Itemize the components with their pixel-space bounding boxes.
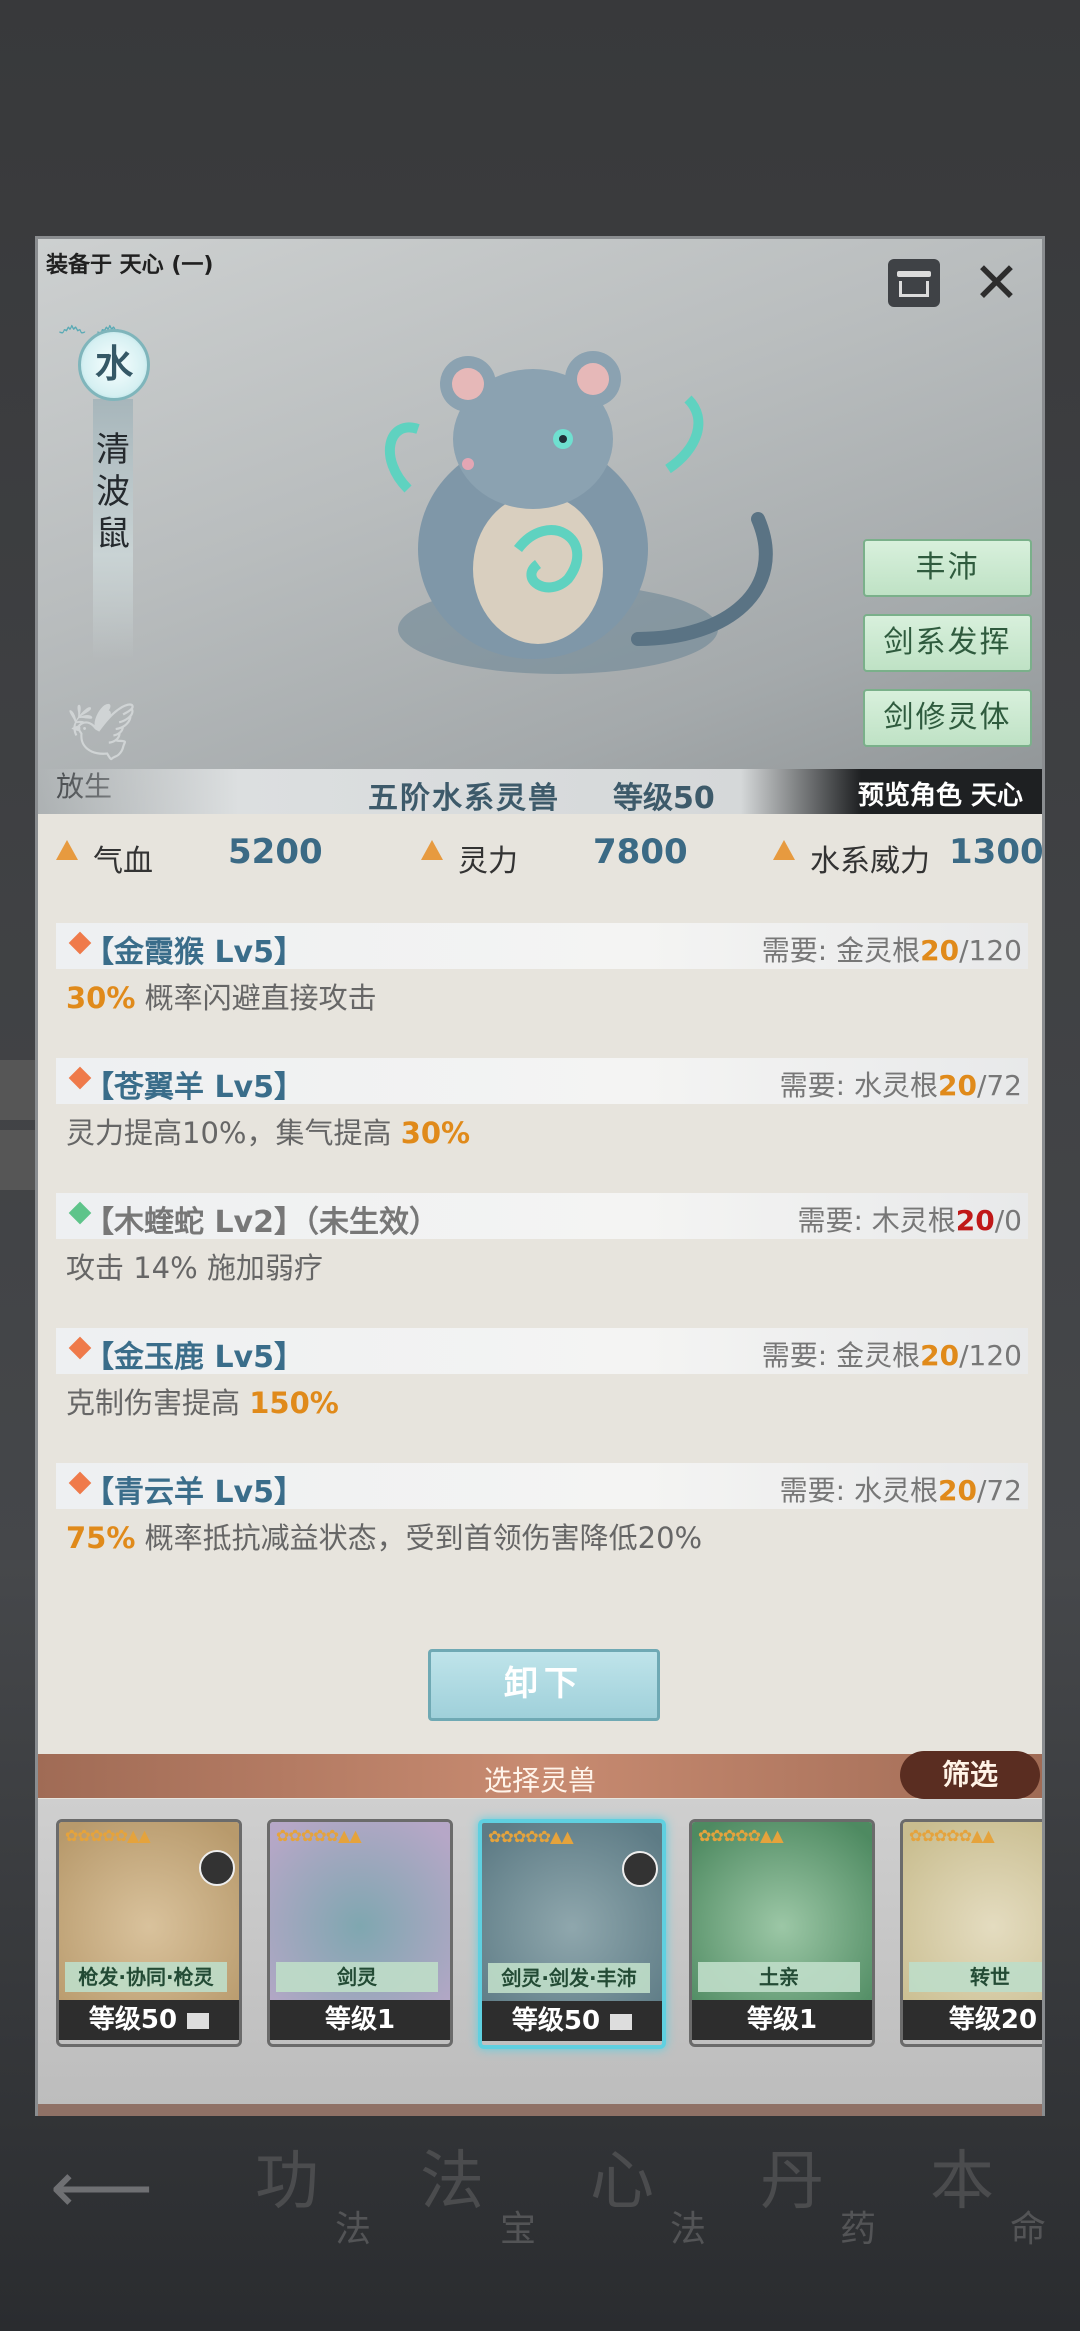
beast-card-tag: 枪发·协同·枪灵 (65, 1962, 227, 1992)
skill-entry: 【青云羊 Lv5】 需要: 水灵根20/72 75% 概率抵抗减益状态，受到首领伤害… (56, 1463, 1028, 1583)
background-decor (0, 1060, 36, 1120)
beast-card-tag: 剑灵 (276, 1962, 438, 1992)
box-icon (610, 2013, 633, 2030)
star-rating-icon: ✿✿✿✿✿▲▲ (488, 1827, 574, 1846)
skill-entry: 【金玉鹿 Lv5】 需要: 金灵根20/120 克制伤害提高 150% (56, 1328, 1028, 1448)
beast-card-list: ✿✿✿✿✿▲▲ 枪发·协同·枪灵等级50 ✿✿✿✿✿▲▲ 剑灵等级1 ✿✿✿✿✿▲▲ 剑灵… (38, 1799, 1042, 2104)
trait-button-jianxifahui[interactable]: 剑系发挥 (863, 614, 1032, 672)
skill-header: 【木蝰蛇 Lv2】（未生效） 需要: 木灵根20/0 (56, 1193, 1028, 1240)
stats-row: 气血 5200 灵力 7800 水系威力 1300 (38, 824, 1044, 884)
element-badge: 水 (78, 329, 150, 401)
storage-box-button[interactable] (888, 259, 940, 307)
beast-card-tag: 土亲 (698, 1962, 860, 1992)
box-icon (187, 2012, 210, 2029)
skill-requirement: 需要: 金灵根20/120 (761, 1339, 1022, 1372)
trait-button-jianxiulingti[interactable]: 剑修灵体 (863, 689, 1032, 747)
beast-card[interactable]: ✿✿✿✿✿▲▲ 枪发·协同·枪灵等级50 (56, 1819, 242, 2047)
star-rating-icon: ✿✿✿✿✿▲▲ (65, 1826, 151, 1845)
stat-qixue: 5200 (228, 832, 323, 872)
nav-tab-fabao[interactable]: 法 宝 (420, 2130, 570, 2260)
stat-up-icon (421, 840, 443, 860)
beast-card-tag: 剑灵·剑发·丰沛 (488, 1963, 650, 1993)
nav-tab-danyao[interactable]: 丹 药 (760, 2130, 910, 2260)
panel-bottom-edge (38, 2104, 1042, 2116)
stat-up-icon (56, 840, 78, 860)
background-decor (0, 1130, 36, 1190)
skill-entry: 【木蝰蛇 Lv2】（未生效） 需要: 木灵根20/0 攻击 14% 施加弱疗 (56, 1193, 1028, 1313)
stat-lingli: 7800 (593, 832, 688, 872)
beast-card[interactable]: ✿✿✿✿✿▲▲ 剑灵等级1 (267, 1819, 453, 2047)
beast-grade: 五阶水系灵兽 (368, 781, 560, 814)
beast-detail-panel: 装备于 天心 (一) ✕ ෴ ෴ 水 清 波 鼠 🕊 放生 (35, 236, 1045, 2116)
close-button[interactable]: ✕ (973, 251, 1020, 316)
nav-tab-benming[interactable]: 本 命 (930, 2130, 1080, 2260)
stat-up-icon (773, 840, 795, 860)
skill-name: 【木蝰蛇 Lv2】（未生效） (84, 1205, 439, 1240)
beast-name: 清 波 鼠 (96, 430, 130, 554)
skill-description: 75% 概率抵抗减益状态，受到首领伤害降低20% (66, 1521, 703, 1555)
skill-description: 攻击 14% 施加弱疗 (66, 1251, 323, 1285)
avatar (199, 1850, 235, 1886)
skill-requirement: 需要: 金灵根20/120 (761, 934, 1022, 967)
stat-shuixi: 1300 (949, 832, 1044, 872)
beast-card-level: 等级20 (903, 2000, 1042, 2040)
filter-button[interactable]: 筛选 (900, 1751, 1040, 1799)
skill-name: 【金玉鹿 Lv5】 (84, 1340, 304, 1375)
select-beast-bar: 选择灵兽 (38, 1754, 1042, 1798)
skill-name: 【苍翼羊 Lv5】 (84, 1070, 304, 1105)
beast-card[interactable]: ✿✿✿✿✿▲▲ 土亲等级1 (689, 1819, 875, 2047)
nav-tab-gongfa[interactable]: 功 法 (255, 2130, 405, 2260)
skill-header: 【苍翼羊 Lv5】 需要: 水灵根20/72 (56, 1058, 1028, 1105)
beast-card-level: 等级1 (270, 2000, 450, 2040)
nav-tab-xinfa[interactable]: 心 法 (590, 2130, 740, 2260)
beast-card-tag: 转世 (909, 1962, 1042, 1992)
skill-requirement: 需要: 木灵根20/0 (797, 1204, 1022, 1237)
skill-entry: 【金霞猴 Lv5】 需要: 金灵根20/120 30% 概率闪避直接攻击 (56, 923, 1028, 1043)
beast-card-level: 等级50 (59, 2000, 239, 2040)
skill-name: 【金霞猴 Lv5】 (84, 935, 304, 970)
skill-requirement: 需要: 水灵根20/72 (779, 1069, 1022, 1102)
star-rating-icon: ✿✿✿✿✿▲▲ (276, 1826, 362, 1845)
beast-info-bar: 五阶水系灵兽 等级50 预览角色 天心 (38, 769, 1042, 814)
skill-name: 【青云羊 Lv5】 (84, 1475, 304, 1510)
beast-card[interactable]: ✿✿✿✿✿▲▲ 剑灵·剑发·丰沛等级50 (478, 1819, 666, 2049)
skill-entry: 【苍翼羊 Lv5】 需要: 水灵根20/72 灵力提高10%，集气提高 30% (56, 1058, 1028, 1178)
preview-character[interactable]: 预览角色 天心 (858, 775, 1023, 812)
skill-header: 【青云羊 Lv5】 需要: 水灵根20/72 (56, 1463, 1028, 1510)
trait-button-fengpei[interactable]: 丰沛 (863, 539, 1032, 597)
beast-card-level: 等级50 (482, 2001, 662, 2041)
skill-header: 【金霞猴 Lv5】 需要: 金灵根20/120 (56, 923, 1028, 970)
skill-description: 克制伤害提高 150% (66, 1386, 339, 1420)
beast-hero: 装备于 天心 (一) ✕ ෴ ෴ 水 清 波 鼠 🕊 放生 (38, 239, 1042, 814)
skill-description: 灵力提高10%，集气提高 30% (66, 1116, 471, 1150)
skill-requirement: 需要: 水灵根20/72 (779, 1474, 1022, 1507)
beast-card-level: 等级1 (692, 2000, 872, 2040)
dove-icon: 🕊 (66, 700, 138, 765)
back-arrow-icon[interactable]: ⟵ (50, 2145, 153, 2229)
beast-portrait (385, 351, 773, 674)
beast-level: 等级50 (613, 781, 715, 814)
beast-card[interactable]: ✿✿✿✿✿▲▲ 转世等级20 (900, 1819, 1042, 2047)
skill-header: 【金玉鹿 Lv5】 需要: 金灵根20/120 (56, 1328, 1028, 1375)
unequip-button[interactable]: 卸下 (428, 1649, 660, 1721)
star-rating-icon: ✿✿✿✿✿▲▲ (909, 1826, 995, 1845)
star-rating-icon: ✿✿✿✿✿▲▲ (698, 1826, 784, 1845)
skill-description: 30% 概率闪避直接攻击 (66, 981, 377, 1015)
avatar (622, 1851, 658, 1887)
bottom-nav: ⟵ 功 法 法 宝 心 法 丹 药 本 命 (0, 2110, 1080, 2331)
equipped-on-label: 装备于 天心 (一) (46, 253, 214, 278)
